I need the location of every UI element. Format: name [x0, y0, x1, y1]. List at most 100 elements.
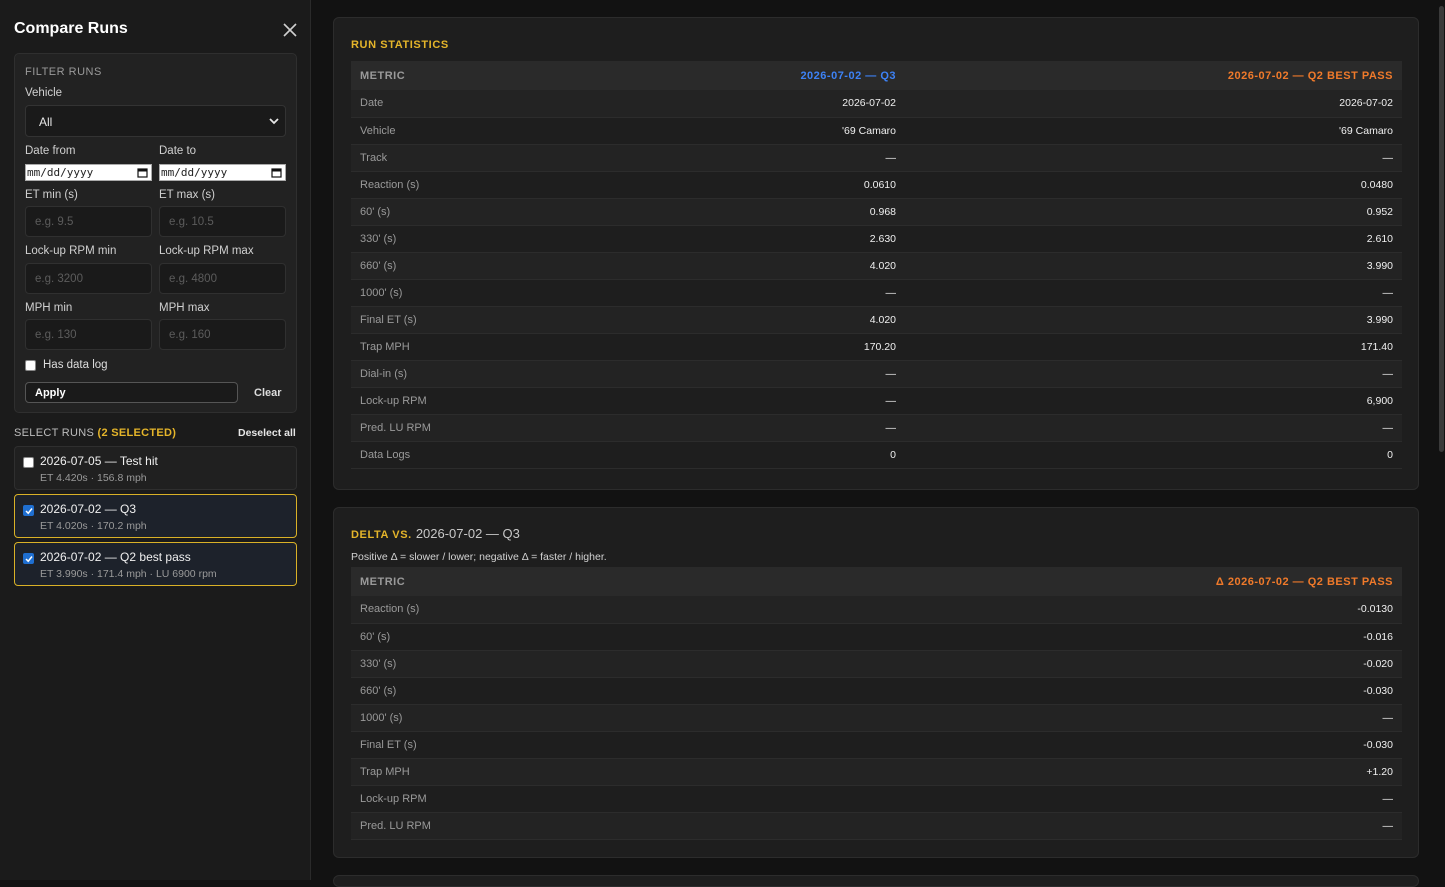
- select-runs-heading: SELECT RUNS (2 SELECTED): [14, 427, 176, 439]
- table-row: 60' (s) -0.016: [351, 623, 1402, 651]
- run-b-value: 0.952: [905, 198, 1402, 226]
- run-b-value: —: [905, 360, 1402, 388]
- table-row: Dial-in (s) — —: [351, 360, 1402, 388]
- metric-name: 330' (s): [351, 650, 905, 678]
- delta-reference-run: 2026-07-02 — Q3: [415, 526, 520, 541]
- run-a-value: 4.020: [551, 306, 905, 334]
- scrollbar-thumb[interactable]: [1439, 6, 1444, 452]
- delta-value: +1.20: [905, 758, 1402, 786]
- rpm-min-label: Lock-up RPM min: [25, 245, 117, 257]
- table-row: Pred. LU RPM —: [351, 812, 1402, 840]
- mph-max-input[interactable]: e.g. 160: [159, 319, 286, 350]
- et-max-input[interactable]: e.g. 10.5: [159, 206, 286, 237]
- run-a-value: 0: [551, 441, 905, 469]
- metric-name: Lock-up RPM: [351, 785, 905, 813]
- table-row: 660' (s) 4.020 3.990: [351, 252, 1402, 280]
- run-summary: ET 3.990s · 171.4 mph · LU 6900 rpm: [40, 568, 217, 580]
- check-icon: [25, 556, 33, 563]
- table-row: Vehicle '69 Camaro '69 Camaro: [351, 117, 1402, 145]
- clear-button[interactable]: Clear: [254, 387, 282, 399]
- metric-name: 60' (s): [351, 623, 905, 651]
- metric-name: 660' (s): [351, 252, 551, 280]
- et-min-input[interactable]: e.g. 9.5: [25, 206, 152, 237]
- table-row: Lock-up RPM —: [351, 785, 1402, 813]
- table-row: 1000' (s) — —: [351, 279, 1402, 307]
- run-b-value: 0: [905, 441, 1402, 469]
- run-summary: ET 4.420s · 156.8 mph: [40, 472, 147, 484]
- run-a-value: —: [551, 414, 905, 442]
- vehicle-select[interactable]: All: [25, 105, 286, 137]
- date-to-placeholder: mm/dd/yyyy: [161, 166, 228, 179]
- metric-name: Reaction (s): [351, 596, 905, 624]
- table-row: Reaction (s) 0.0610 0.0480: [351, 171, 1402, 199]
- rpm-max-label: Lock-up RPM max: [159, 245, 254, 257]
- filter-panel: FILTER RUNS Vehicle All Date from Date t…: [14, 53, 297, 413]
- rpm-max-input[interactable]: e.g. 4800: [159, 263, 286, 294]
- run-a-value: 2026-07-02: [551, 90, 905, 118]
- delta-value: -0.020: [905, 650, 1402, 678]
- et-max-label: ET max (s): [159, 189, 216, 201]
- metric-name: Trap MPH: [351, 333, 551, 361]
- table-row: 660' (s) -0.030: [351, 677, 1402, 705]
- metric-name: Final ET (s): [351, 306, 551, 334]
- delta-title: DELTA VS. 2026-07-02 — Q3: [351, 526, 520, 541]
- rpm-min-input[interactable]: e.g. 3200: [25, 263, 152, 294]
- run-title: 2026-07-05 — Test hit: [40, 454, 158, 468]
- run-summary: ET 4.020s · 170.2 mph: [40, 520, 147, 532]
- run-item[interactable]: 2026-07-05 — Test hit ET 4.420s · 156.8 …: [14, 446, 297, 490]
- run-b-value: 3.990: [905, 252, 1402, 280]
- run-b-value: 171.40: [905, 333, 1402, 361]
- has-data-log-option[interactable]: Has data log: [25, 359, 108, 371]
- calendar-icon[interactable]: [271, 167, 282, 178]
- date-from-input[interactable]: mm/dd/yyyy: [25, 164, 152, 181]
- run-title: 2026-07-02 — Q3: [40, 502, 137, 516]
- mph-max-label: MPH max: [159, 302, 210, 314]
- apply-button[interactable]: Apply: [25, 382, 238, 403]
- has-data-log-label: Has data log: [43, 359, 108, 371]
- metric-name: 1000' (s): [351, 704, 905, 732]
- run-checkbox[interactable]: [23, 505, 34, 516]
- mph-min-label: MPH min: [25, 302, 73, 314]
- run-b-value: —: [905, 144, 1402, 172]
- vehicle-label: Vehicle: [25, 87, 63, 99]
- table-row: Reaction (s) -0.0130: [351, 596, 1402, 624]
- run-checkbox[interactable]: [23, 553, 34, 564]
- table-row: 1000' (s) —: [351, 704, 1402, 732]
- run-a-value: —: [551, 279, 905, 307]
- metric-name: Date: [351, 90, 551, 118]
- close-icon[interactable]: [281, 21, 299, 39]
- metric-name: Trap MPH: [351, 758, 905, 786]
- has-data-log-checkbox[interactable]: [25, 359, 36, 371]
- select-runs-label: SELECT RUNS: [14, 427, 95, 439]
- table-row: Final ET (s) -0.030: [351, 731, 1402, 759]
- delta-column-header: Δ 2026-07-02 — Q2 BEST PASS: [905, 567, 1402, 596]
- date-to-label: Date to: [159, 145, 197, 157]
- table-row: Final ET (s) 4.020 3.990: [351, 306, 1402, 334]
- run-item[interactable]: 2026-07-02 — Q3 ET 4.020s · 170.2 mph: [14, 494, 297, 538]
- delta-value: -0.0130: [905, 596, 1402, 624]
- table-row: 60' (s) 0.968 0.952: [351, 198, 1402, 226]
- mph-min-input[interactable]: e.g. 130: [25, 319, 152, 350]
- next-panel-edge: [333, 875, 1419, 887]
- table-header-row: METRIC 2026-07-02 — Q3 2026-07-02 — Q2 B…: [351, 61, 1402, 90]
- run-a-value: —: [551, 360, 905, 388]
- run-b-value: 2.610: [905, 225, 1402, 253]
- table-header-row: METRIC Δ 2026-07-02 — Q2 BEST PASS: [351, 567, 1402, 596]
- run-checkbox[interactable]: [23, 457, 34, 468]
- table-row: Track — —: [351, 144, 1402, 172]
- table-row: Trap MPH +1.20: [351, 758, 1402, 786]
- run-title: 2026-07-02 — Q2 best pass: [40, 550, 191, 564]
- date-to-input[interactable]: mm/dd/yyyy: [159, 164, 286, 181]
- delta-value: -0.030: [905, 731, 1402, 759]
- date-from-placeholder: mm/dd/yyyy: [27, 166, 94, 179]
- table-row: Lock-up RPM —6,900: [351, 387, 1402, 415]
- metric-column-header: METRIC: [351, 61, 551, 90]
- table-row: Data Logs 0 0: [351, 441, 1402, 469]
- run-item[interactable]: 2026-07-02 — Q2 best pass ET 3.990s · 17…: [14, 542, 297, 586]
- deselect-all-button[interactable]: Deselect all: [238, 427, 296, 439]
- run-a-value: '69 Camaro: [551, 117, 905, 145]
- check-icon: [25, 508, 33, 515]
- calendar-icon[interactable]: [137, 167, 148, 178]
- metric-name: 330' (s): [351, 225, 551, 253]
- run-statistics-table: METRIC 2026-07-02 — Q3 2026-07-02 — Q2 B…: [351, 61, 1402, 469]
